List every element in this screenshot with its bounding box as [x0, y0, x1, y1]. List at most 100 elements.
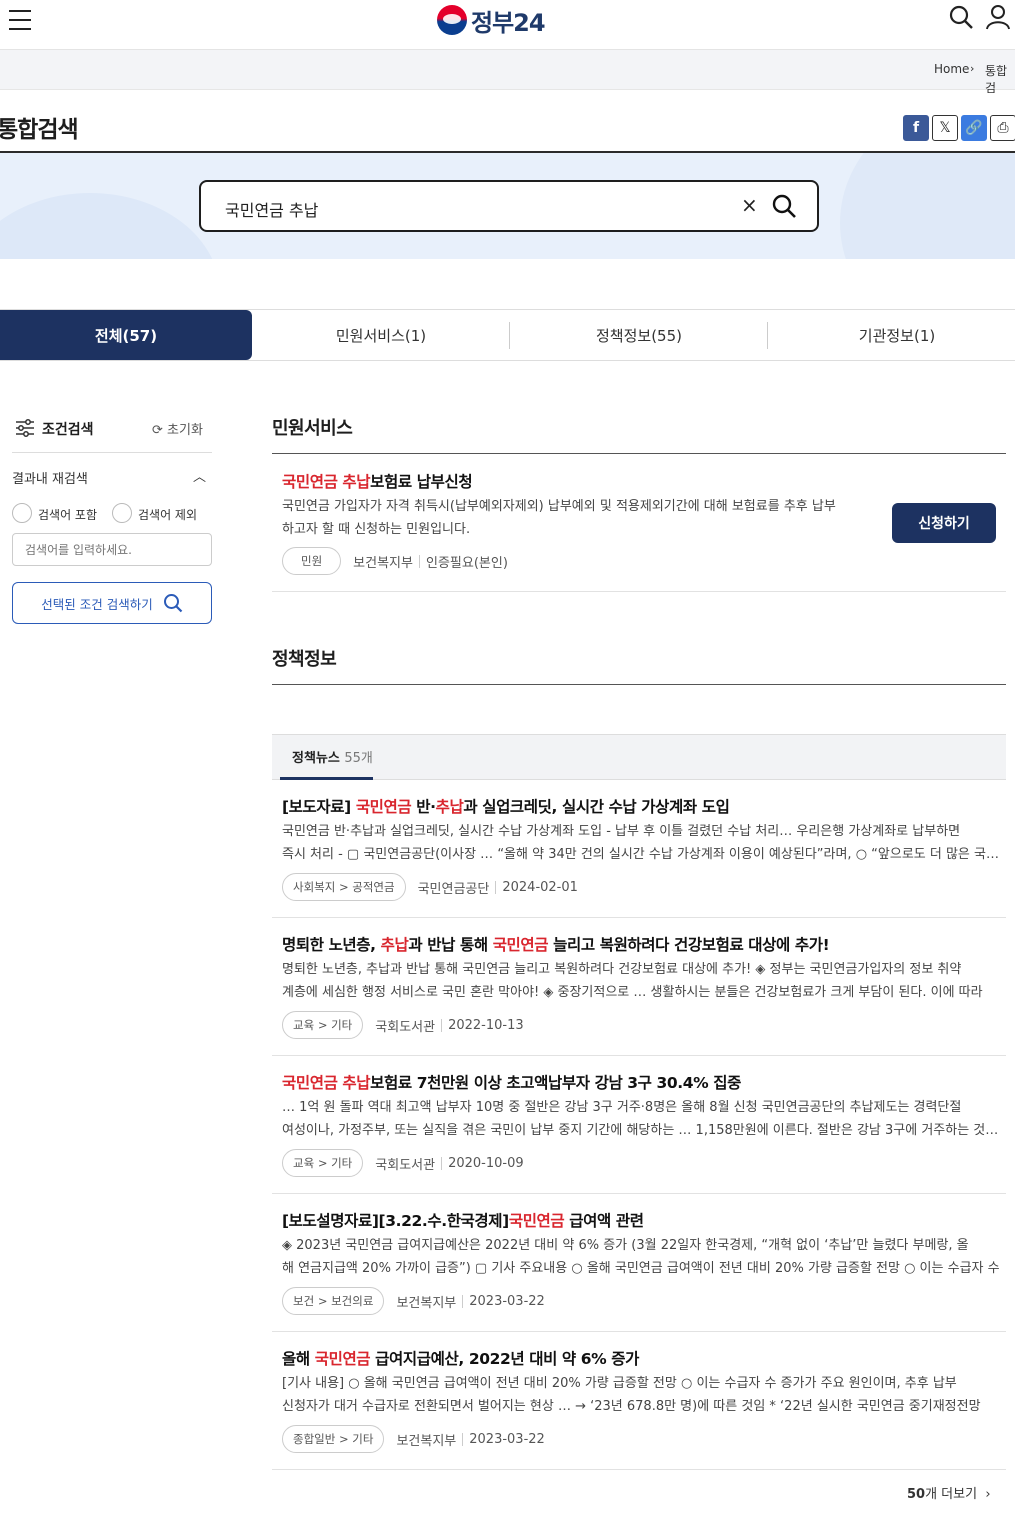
title-text: 급여지급예산, 2022년 대비 약 6% 증가: [370, 1350, 640, 1368]
meta-separator: [441, 1018, 443, 1032]
tab-policy-info[interactable]: 정책정보(55): [510, 310, 768, 360]
item-divider: [272, 917, 1006, 918]
apply-button[interactable]: 신청하기: [892, 503, 996, 543]
title-text: 급여액 관련: [564, 1212, 644, 1230]
title-text: 과 반납 통해: [408, 936, 493, 954]
search-icon: [163, 594, 182, 613]
news-item-title[interactable]: [보도자료] 국민연금 반·추납과 실업크레딧, 실시간 수납 가상계좌 도입: [282, 795, 730, 817]
title-text: 과 실업크레딧, 실시간 수납 가상계좌 도입: [463, 798, 730, 816]
desc-line: ◈ 2023년 국민연금 급여지급예산은 2022년 대비 약 6% 증가 (3…: [282, 1238, 969, 1253]
chevron-up-icon[interactable]: ︿: [193, 466, 206, 485]
condition-search-title: 조건검색: [42, 422, 94, 438]
desc-line: 명퇴한 노년층, 추납과 반납 통해 국민연금 늘리고 복원하려다 건강보험료 …: [282, 962, 962, 977]
desc-line: 하고자 할 때 신청하는 민원입니다.: [282, 522, 471, 537]
user-icon[interactable]: [985, 4, 1011, 30]
chevron-right-icon: ›: [970, 62, 975, 75]
section-divider: [272, 684, 1006, 685]
condition-search-button[interactable]: 선택된 조건 검색하기: [12, 582, 212, 624]
top-header: 정부24: [0, 0, 1015, 50]
date: 2022-10-13: [448, 1017, 524, 1033]
refine-search-input[interactable]: [12, 533, 212, 566]
desc-line: 해 연금지급액 20% 가까이 급증”) ▢ 기사 주요내용 ○ 올해 국민연금…: [282, 1261, 1000, 1276]
clear-icon[interactable]: ×: [741, 193, 758, 217]
tab-all[interactable]: 전체(57): [0, 310, 252, 360]
item-divider: [272, 1469, 1006, 1470]
item-divider: [272, 591, 1006, 592]
title-text: 명퇴한 노년층,: [282, 936, 381, 954]
exclude-label: 검색어 제외: [138, 508, 198, 522]
title-text: 늘리고 복원하려다 건강보험료 대상에 추가!: [548, 936, 830, 954]
news-item-desc: ◈ 2023년 국민연금 급여지급예산은 2022년 대비 약 6% 증가 (3…: [282, 1234, 1000, 1280]
print-icon[interactable]: ⎙: [990, 115, 1015, 141]
desc-line: 여성이나, 가정주부, 또는 실직을 겪은 국민이 납부 중지 기간에 해당하는…: [282, 1123, 1000, 1138]
keyword-highlight: 국민연금: [508, 1212, 565, 1230]
auth-required: 인증필요(본인): [425, 555, 508, 571]
filter-icon: [16, 419, 34, 437]
news-item-meta: 교육 > 기타 국회도서관 2020-10-09: [282, 1149, 524, 1177]
news-item-title[interactable]: 올해 국민연금 급여지급예산, 2022년 대비 약 6% 증가: [282, 1347, 639, 1369]
subtab-label: 정책뉴스: [292, 751, 340, 766]
news-item-title[interactable]: 명퇴한 노년층, 추납과 반납 통해 국민연금 늘리고 복원하려다 건강보험료 …: [282, 933, 830, 955]
civil-item-meta: 민원 보건복지부 인증필요(본인): [282, 547, 508, 575]
search-input[interactable]: 국민연금 추납 ×: [199, 180, 819, 232]
refine-search-label: 결과내 재검색: [12, 472, 88, 487]
news-item-desc: 국민연금 반·추납과 실업크레딧, 실시간 수납 가상계좌 도입 - 납부 후 …: [282, 820, 1000, 866]
x-twitter-icon[interactable]: 𝕏: [932, 115, 958, 141]
agency: 보건복지부: [396, 1295, 457, 1311]
desc-line: 계층에 세심한 행정 서비스로 국민 혼란 막아야! ◈ 중장기적으로 … 생활…: [282, 985, 983, 1000]
agency: 국회도서관: [375, 1019, 436, 1035]
agency: 보건복지부: [396, 1433, 457, 1449]
title-text: [보도설명자료][3.22.수.한국경제]: [282, 1212, 509, 1230]
link-icon[interactable]: 🔗: [961, 115, 987, 141]
policy-subtabs: 정책뉴스 55개: [272, 734, 1006, 780]
exclude-radio[interactable]: [112, 503, 132, 523]
facebook-icon[interactable]: f: [903, 115, 929, 141]
title-text: 반·: [411, 798, 436, 816]
reset-button[interactable]: ⟳ 초기화: [152, 419, 203, 438]
more-label: 개 더보기: [925, 1487, 978, 1502]
category-badge: 민원: [282, 547, 342, 575]
news-item-title[interactable]: [보도설명자료][3.22.수.한국경제]국민연금 급여액 관련: [282, 1209, 644, 1231]
news-item-meta: 보건 > 보건의료 보건복지부 2023-03-22: [282, 1287, 545, 1315]
reset-label: 초기화: [167, 423, 203, 438]
item-divider: [272, 1331, 1006, 1332]
meta-separator: [441, 1156, 443, 1170]
tab-agency-info[interactable]: 기관정보(1): [768, 310, 1015, 360]
tab-policy-news[interactable]: 정책뉴스 55개: [292, 747, 373, 766]
desc-line: [기사 내용] ○ 올해 국민연금 급여액이 전년 대비 20% 가량 급증할 …: [282, 1376, 957, 1391]
meta-separator: [418, 554, 420, 568]
news-item-title[interactable]: 국민연금 추납보험료 7천만원 이상 초고액납부자 강남 3구 30.4% 집중: [282, 1071, 741, 1093]
result-tabs: 전체(57) 민원서비스(1) 정책정보(55) 기관정보(1): [0, 309, 1015, 361]
desc-line: 신청자가 대거 수급자로 전환되면서 벌어지는 현상 … → ‘23년 678.…: [282, 1399, 981, 1414]
desc-line: … 1억 원 돌파 역대 최고액 납부자 10명 중 절반은 강남 3구 거주·…: [282, 1100, 962, 1115]
news-item-meta: 사회복지 > 공적연금 국민연금공단 2024-02-01: [282, 873, 578, 901]
date: 2023-03-22: [469, 1293, 545, 1309]
include-radio[interactable]: [12, 503, 32, 523]
more-button[interactable]: 50개 더보기 ›: [907, 1483, 991, 1502]
news-item-desc: … 1억 원 돌파 역대 최고액 납부자 10명 중 절반은 강남 3구 거주·…: [282, 1096, 1000, 1142]
menu-icon[interactable]: [9, 10, 33, 30]
news-item-meta: 교육 > 기타 국회도서관 2022-10-13: [282, 1011, 524, 1039]
civil-item-title[interactable]: 국민연금 추납보험료 납부신청: [282, 470, 473, 492]
category-badge: 교육 > 기타: [282, 1149, 364, 1177]
desc-line: 즉시 처리 - ▢ 국민연금공단(이사장 … “올해 약 34만 건의 실시간 …: [282, 847, 1000, 862]
keyword-highlight: 국민연금: [355, 798, 412, 816]
search-query[interactable]: 국민연금 추납: [225, 197, 318, 221]
category-badge: 사회복지 > 공적연금: [282, 873, 406, 901]
subtab-count: 55개: [344, 751, 373, 766]
refresh-icon: ⟳: [152, 423, 163, 438]
news-item-meta: 종합일반 > 기타 보건복지부 2023-03-22: [282, 1425, 545, 1453]
breadcrumb-home[interactable]: Home: [934, 62, 969, 76]
title-text: 보험료 납부신청: [370, 473, 473, 491]
tab-civil-service[interactable]: 민원서비스(1): [252, 310, 510, 360]
chevron-right-icon: ›: [985, 1487, 991, 1502]
agency: 국민연금공단: [417, 881, 490, 897]
search-icon[interactable]: [948, 4, 974, 30]
title-text: 보험료 7천만원 이상 초고액납부자 강남 3구 30.4% 집중: [370, 1074, 742, 1092]
search-submit-icon[interactable]: [771, 193, 797, 219]
active-tab-indicator: [280, 777, 373, 780]
bg-shape: [840, 153, 1015, 259]
more-count: 50: [907, 1487, 926, 1502]
sidebar-divider: [12, 452, 212, 453]
site-logo[interactable]: 정부24: [437, 4, 546, 37]
